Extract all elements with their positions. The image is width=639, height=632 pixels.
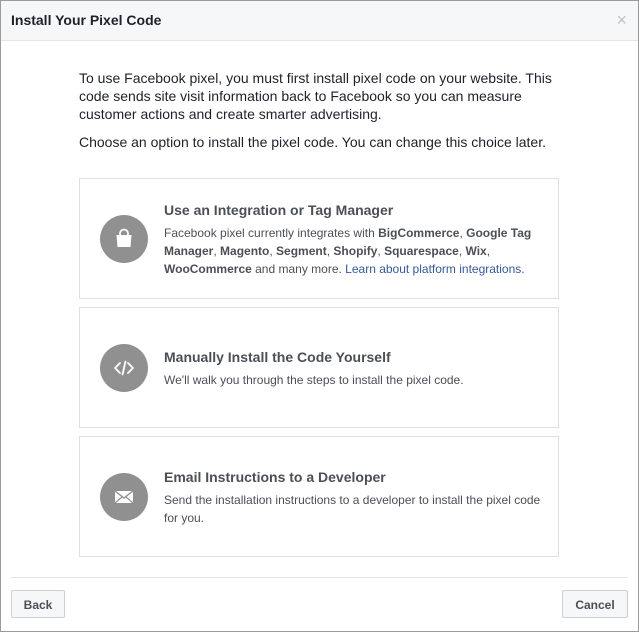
option-content: Email Instructions to a Developer Send t… (164, 469, 549, 527)
option-icon-circle (100, 215, 148, 263)
integration-squarespace: Squarespace (384, 244, 459, 258)
option-description: Facebook pixel currently integrates with… (164, 226, 532, 276)
footer-divider (11, 577, 628, 578)
option-email-developer[interactable]: Email Instructions to a Developer Send t… (79, 436, 559, 557)
intro-paragraph: To use Facebook pixel, you must first in… (79, 70, 552, 122)
integration-shopify: Shopify (333, 244, 378, 258)
integration-bigcommerce: BigCommerce (378, 226, 460, 240)
integration-woocommerce: WooCommerce (164, 262, 252, 276)
option-icon-circle (100, 473, 148, 521)
platform-integrations-link[interactable]: Learn about platform integrations. (345, 262, 524, 276)
option-icon-circle (100, 344, 148, 392)
option-title: Manually Install the Code Yourself (164, 349, 391, 365)
option-title: Email Instructions to a Developer (164, 469, 386, 485)
dialog-title: Install Your Pixel Code (11, 12, 162, 28)
option-title: Use an Integration or Tag Manager (164, 202, 394, 218)
code-icon (114, 360, 134, 376)
cancel-button[interactable]: Cancel (562, 590, 628, 618)
back-button[interactable]: Back (11, 590, 65, 618)
option-manual-install[interactable]: Manually Install the Code Yourself We'll… (79, 307, 559, 428)
option-description: We'll walk you through the steps to inst… (164, 373, 464, 387)
dialog-header: Install Your Pixel Code × (1, 1, 638, 41)
close-icon[interactable]: × (616, 10, 627, 30)
choose-option-text: Choose an option to install the pixel co… (79, 134, 546, 150)
option-integration[interactable]: Use an Integration or Tag Manager Facebo… (79, 178, 559, 299)
integration-wix: Wix (465, 244, 487, 258)
intro-text: To use Facebook pixel, you must first in… (79, 69, 559, 161)
option-description: Send the installation instructions to a … (164, 493, 541, 525)
desc-suffix: and many more. (251, 262, 346, 276)
integration-magento: Magento (220, 244, 270, 258)
integration-segment: Segment (276, 244, 327, 258)
envelope-icon (114, 490, 134, 504)
option-content: Manually Install the Code Yourself We'll… (164, 349, 549, 389)
install-pixel-dialog: Install Your Pixel Code × To use Faceboo… (0, 0, 639, 632)
desc-prefix: Facebook pixel currently integrates with (164, 226, 379, 240)
shopping-bag-icon (116, 228, 132, 247)
option-content: Use an Integration or Tag Manager Facebo… (164, 202, 549, 278)
